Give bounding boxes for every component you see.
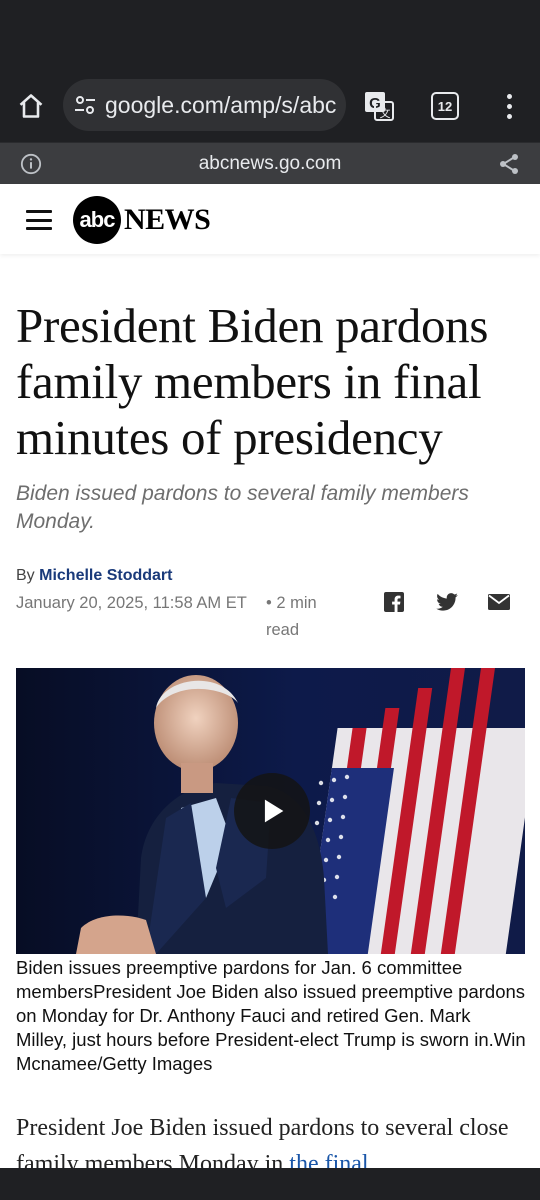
hamburger-menu-icon[interactable] [26, 210, 52, 230]
email-icon[interactable] [488, 594, 510, 610]
system-nav-bar [0, 1168, 540, 1200]
status-bar [0, 0, 540, 70]
brand-wordmark[interactable]: NEWS [124, 203, 211, 237]
abc-logo[interactable]: abc [73, 196, 121, 244]
site-header: abc NEWS [0, 184, 540, 254]
more-vert-icon[interactable] [496, 88, 522, 124]
facebook-icon[interactable] [384, 592, 404, 612]
play-button[interactable] [234, 773, 310, 849]
address-bar[interactable]: google.com/amp/s/abc [63, 79, 346, 131]
svg-text:文: 文 [380, 106, 391, 120]
url-text[interactable]: google.com/amp/s/abc [105, 90, 345, 120]
publish-date: January 20, 2025, 11:58 AM ET [16, 594, 247, 612]
share-icon[interactable] [497, 152, 521, 176]
translate-button[interactable]: G 文 [360, 87, 398, 125]
byline: By Michelle Stoddart [16, 566, 172, 586]
hero-video[interactable] [16, 668, 525, 954]
browser-toolbar: google.com/amp/s/abc G 文 12 [0, 70, 540, 142]
home-button[interactable] [14, 89, 48, 123]
home-icon [19, 94, 43, 118]
play-icon [264, 799, 284, 823]
read-time: • 2 min read [266, 594, 317, 639]
article-headline: President Biden pardons family members i… [16, 298, 489, 465]
byline-prefix: By [16, 567, 35, 584]
translate-icon: G 文 [365, 92, 394, 121]
site-settings-icon[interactable] [73, 93, 97, 117]
article-subheadline: Biden issued pardons to several family m… [16, 482, 469, 533]
tab-switcher-button[interactable]: 12 [431, 92, 459, 120]
amp-domain: abcnews.go.com [198, 153, 342, 174]
amp-bar: abcnews.go.com [0, 142, 540, 184]
author-link[interactable]: Michelle Stoddart [39, 567, 172, 584]
image-caption: Biden issues preemptive pardons for Jan.… [16, 957, 526, 1074]
twitter-icon[interactable] [436, 593, 458, 611]
